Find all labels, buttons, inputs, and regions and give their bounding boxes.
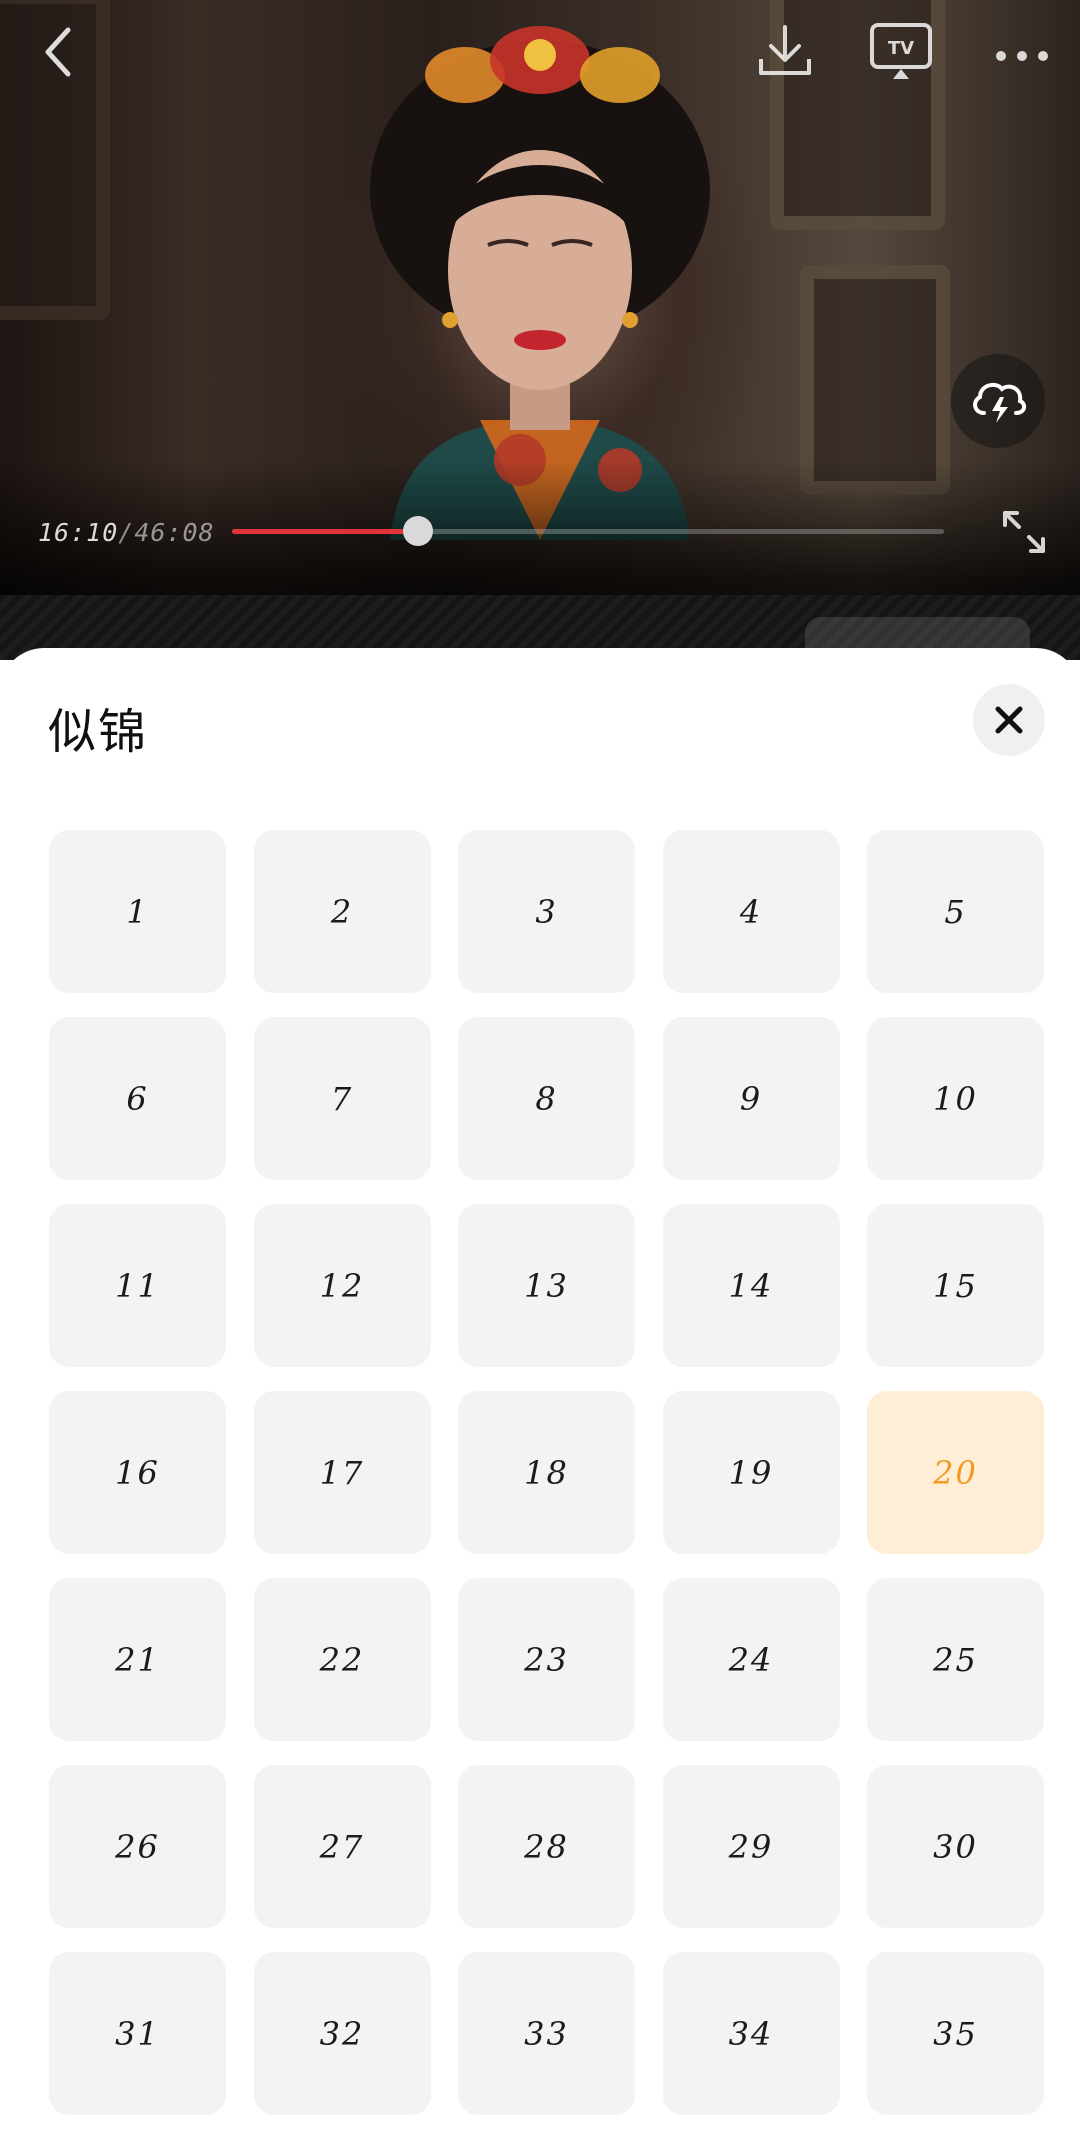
more-icon[interactable]	[992, 36, 1052, 76]
download-icon[interactable]	[752, 18, 818, 84]
episode-button[interactable]: 30	[867, 1765, 1044, 1928]
episode-button[interactable]: 27	[253, 1765, 431, 1928]
total-time: 46:08	[134, 518, 215, 547]
episode-selector-sheet: 似锦 1 2 3 4 5 6 7 8 9 10 11 12 13 14 15 16 17 18 19 20 21 22 23…	[0, 648, 1080, 2135]
episode-button[interactable]: 10	[867, 1017, 1044, 1180]
progress-bar[interactable]	[232, 516, 944, 546]
episode-button[interactable]: 25	[867, 1578, 1044, 1741]
playback-time: 16:10/46:08	[38, 518, 215, 547]
episode-button[interactable]: 26	[49, 1765, 226, 1928]
fullscreen-icon[interactable]	[994, 502, 1054, 562]
episode-button[interactable]: 28	[458, 1765, 635, 1928]
episode-button[interactable]: 12	[253, 1204, 431, 1367]
episode-button[interactable]: 2	[253, 830, 431, 993]
episode-button[interactable]: 22	[253, 1578, 431, 1741]
episode-button[interactable]: 14	[662, 1204, 840, 1367]
episode-button[interactable]: 23	[458, 1578, 635, 1741]
episode-button[interactable]: 16	[49, 1391, 226, 1554]
close-icon	[995, 706, 1023, 734]
video-player[interactable]: TV 16:10/46:08	[0, 0, 1080, 660]
episode-grid: 1 2 3 4 5 6 7 8 9 10 11 12 13 14 15 16 17 18 19 20 21 22 23 24 2…	[49, 830, 1044, 2115]
svg-text:TV: TV	[888, 38, 914, 59]
episode-button-current[interactable]: 20	[867, 1391, 1044, 1554]
current-time: 16:10	[38, 518, 119, 547]
episode-button[interactable]: 13	[458, 1204, 635, 1367]
episode-button[interactable]: 34	[662, 1952, 840, 2115]
episode-button[interactable]: 32	[253, 1952, 431, 2115]
time-separator: /	[118, 518, 135, 547]
episode-button[interactable]: 29	[662, 1765, 840, 1928]
episode-button[interactable]: 5	[867, 830, 1044, 993]
episode-button[interactable]: 24	[662, 1578, 840, 1741]
episode-button[interactable]: 11	[49, 1204, 226, 1367]
episode-button[interactable]: 35	[867, 1952, 1044, 2115]
episode-button[interactable]: 15	[867, 1204, 1044, 1367]
episode-button[interactable]: 7	[253, 1017, 431, 1180]
episode-button[interactable]: 19	[662, 1391, 840, 1554]
cloud-lightning-icon[interactable]	[951, 354, 1045, 448]
episode-button[interactable]: 4	[662, 830, 840, 993]
progress-fill	[232, 529, 419, 534]
back-icon[interactable]	[28, 22, 88, 82]
episode-button[interactable]: 17	[253, 1391, 431, 1554]
episode-button[interactable]: 1	[49, 830, 226, 993]
close-button[interactable]	[973, 684, 1045, 756]
episode-button[interactable]: 18	[458, 1391, 635, 1554]
episode-button[interactable]: 3	[458, 830, 635, 993]
episode-button[interactable]: 21	[49, 1578, 226, 1741]
tv-cast-icon[interactable]: TV	[866, 20, 936, 84]
episode-button[interactable]: 31	[49, 1952, 226, 2115]
player-top-bar: TV	[0, 0, 1080, 110]
sheet-title: 似锦	[48, 704, 149, 760]
episode-button[interactable]: 6	[49, 1017, 226, 1180]
episode-button[interactable]: 9	[662, 1017, 840, 1180]
episode-button[interactable]: 8	[458, 1017, 635, 1180]
episode-button[interactable]: 33	[458, 1952, 635, 2115]
